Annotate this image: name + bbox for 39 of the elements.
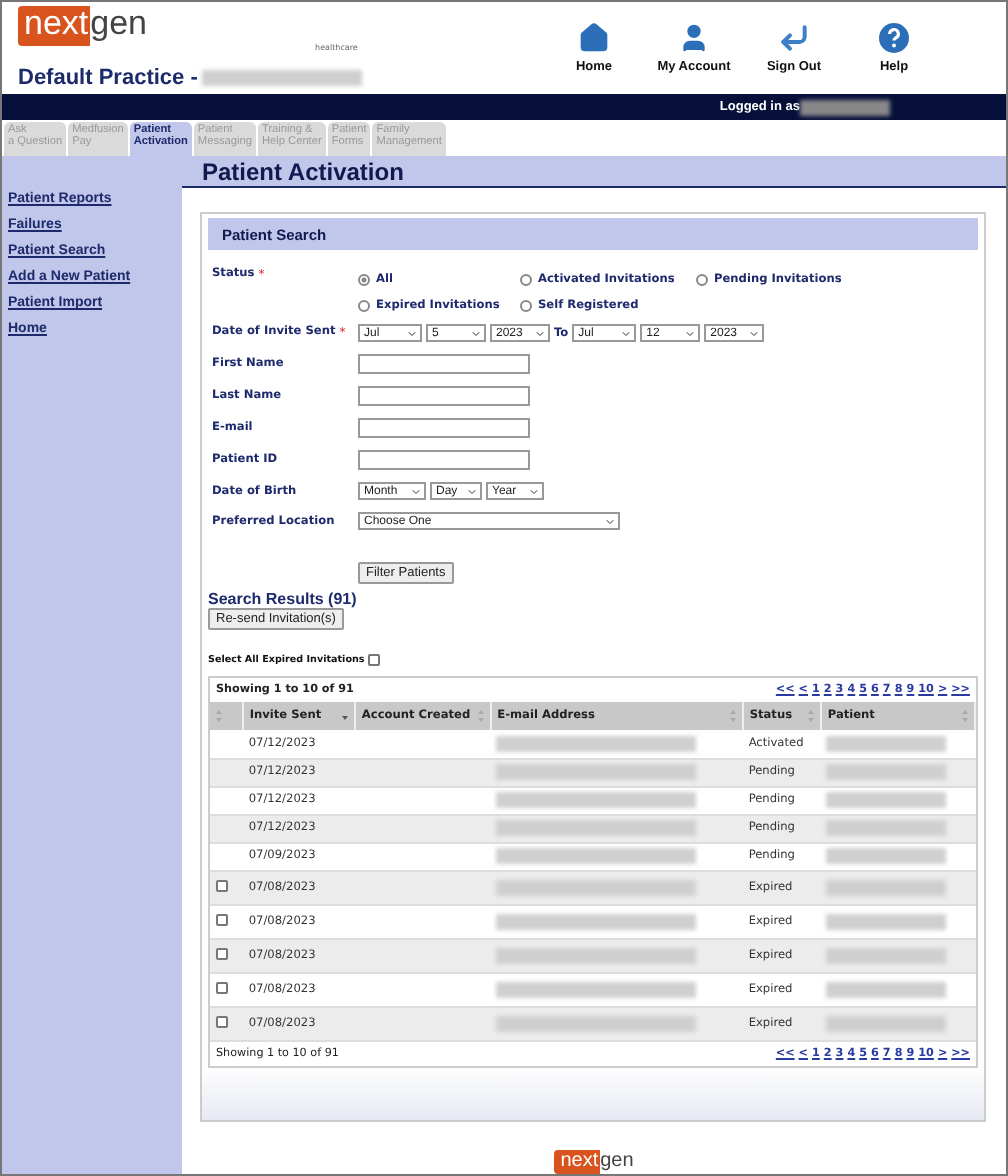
nextgen-logo: nextgen: [554, 1150, 634, 1174]
return-arrow-icon: [778, 22, 810, 54]
chevron-icon: [620, 327, 633, 339]
input-field[interactable]: [358, 450, 530, 470]
chevron-icon: [604, 515, 616, 527]
redacted-text: [826, 735, 947, 752]
redacted-text: [826, 1015, 947, 1031]
redacted-text: [826, 764, 947, 780]
checkbox[interactable]: [216, 913, 228, 925]
redacted-text: [800, 99, 890, 115]
page-title: Patient Activation: [202, 157, 404, 185]
help-icon: [878, 22, 910, 54]
input-field[interactable]: [358, 386, 530, 406]
input-field[interactable]: [358, 354, 530, 374]
chevron-icon: [406, 327, 418, 339]
checkbox[interactable]: [368, 654, 381, 666]
redacted-text: [826, 820, 947, 836]
chevron-icon: [528, 485, 540, 497]
redacted-text: [826, 981, 947, 997]
checkbox[interactable]: [216, 947, 228, 959]
chevron-icon: [684, 327, 697, 339]
checkbox[interactable]: [216, 1015, 228, 1027]
chevron-icon: [748, 327, 761, 339]
checkbox[interactable]: [216, 981, 228, 993]
results-title: Search Results (91): [208, 590, 357, 608]
chevron-icon: [466, 485, 478, 497]
user-icon: [678, 22, 710, 54]
checkbox[interactable]: [216, 879, 228, 891]
chevron-icon: [410, 485, 422, 497]
redacted-text: [826, 879, 947, 895]
practice-name: Default Practice -: [18, 66, 198, 90]
redacted-text: [826, 792, 947, 808]
chevron-icon: [470, 327, 482, 339]
redacted-text: [826, 947, 947, 963]
redacted-text: [826, 913, 947, 929]
home-icon: [578, 22, 610, 54]
chevron-icon: [534, 327, 546, 339]
input-field[interactable]: [358, 418, 530, 438]
redacted-text: [826, 848, 947, 864]
